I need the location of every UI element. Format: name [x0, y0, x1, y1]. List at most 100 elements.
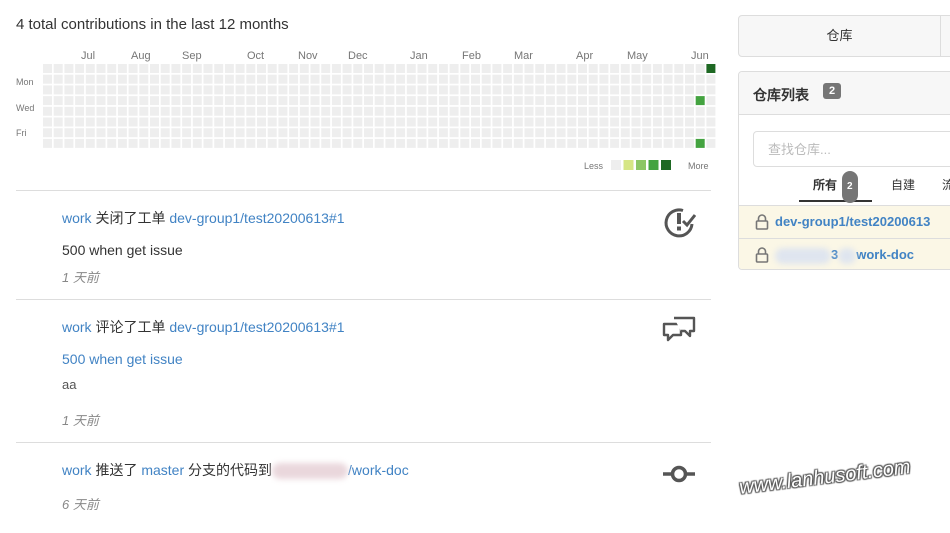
empty-day — [620, 117, 630, 127]
empty-day — [342, 138, 352, 148]
empty-day — [182, 96, 192, 106]
repo-link[interactable]: /work-doc — [348, 462, 409, 478]
empty-day — [642, 85, 652, 95]
empty-day — [107, 64, 117, 73]
actor-link[interactable]: work — [62, 319, 92, 335]
empty-day — [503, 138, 513, 148]
empty-day — [556, 96, 566, 106]
empty-day — [85, 96, 95, 106]
empty-day — [171, 117, 181, 127]
empty-day — [278, 117, 288, 127]
weekday-label: Wed — [16, 103, 34, 113]
repo-search-box[interactable] — [753, 131, 950, 167]
empty-day — [299, 106, 309, 116]
empty-day — [524, 138, 534, 148]
empty-day — [685, 106, 694, 116]
repo-item[interactable]: 3 work-doc — [739, 238, 950, 269]
empty-day — [321, 85, 331, 95]
empty-day — [417, 64, 427, 73]
empty-day — [417, 128, 427, 138]
empty-day — [599, 128, 609, 138]
empty-day — [160, 128, 170, 138]
empty-day — [706, 96, 716, 106]
issue-link[interactable]: dev-group1/test20200613#1 — [169, 210, 344, 226]
empty-day — [171, 96, 181, 106]
empty-day — [578, 64, 587, 73]
empty-day — [182, 64, 192, 73]
empty-day — [224, 106, 234, 116]
empty-day — [663, 106, 673, 116]
empty-day — [706, 106, 716, 116]
repo-item[interactable]: dev-group1/test20200613 — [739, 205, 950, 238]
empty-day — [182, 117, 192, 127]
repo-name-link[interactable]: 3 work-doc — [775, 247, 914, 264]
empty-day — [107, 74, 117, 84]
empty-day — [535, 128, 545, 138]
empty-day — [192, 128, 202, 138]
empty-day — [75, 106, 85, 116]
empty-day — [192, 85, 202, 95]
empty-day — [364, 117, 373, 127]
empty-day — [342, 74, 352, 84]
empty-day — [396, 138, 406, 148]
empty-day — [257, 106, 266, 116]
empty-day — [567, 117, 577, 127]
empty-day — [160, 85, 170, 95]
empty-day — [331, 128, 341, 138]
empty-day — [652, 117, 662, 127]
empty-day — [545, 74, 555, 84]
empty-day — [353, 74, 363, 84]
empty-day — [620, 85, 630, 95]
empty-day — [171, 128, 181, 138]
empty-day — [53, 64, 63, 73]
empty-day — [588, 64, 598, 73]
tab-repositories[interactable]: 仓库 — [739, 16, 941, 56]
repo-count-badge: 2 — [823, 83, 842, 99]
repo-filter-tabs: 所有 2 自建 流 — [739, 170, 950, 203]
empty-day — [235, 64, 245, 73]
empty-day — [267, 138, 277, 148]
repo-list-panel: 仓库列表 2 所有2 自建 流 dev-group1/test20200613 … — [738, 71, 950, 270]
empty-day — [53, 106, 63, 116]
repo-search-input[interactable] — [754, 132, 950, 166]
empty-day — [203, 138, 213, 148]
legend-swatch — [611, 160, 621, 170]
actor-link[interactable]: work — [62, 210, 92, 226]
filter-mirror[interactable]: 流 — [942, 170, 950, 200]
filter-all[interactable]: 所有 2 — [799, 170, 872, 203]
watermark: www.lanhusoft.com — [738, 456, 912, 499]
empty-day — [524, 96, 534, 106]
empty-day — [438, 106, 448, 116]
empty-day — [85, 64, 95, 73]
empty-day — [353, 138, 363, 148]
empty-day — [706, 117, 716, 127]
empty-day — [578, 138, 587, 148]
issue-link[interactable]: dev-group1/test20200613#1 — [169, 319, 344, 335]
empty-day — [224, 96, 234, 106]
empty-day — [43, 138, 52, 148]
issue-title-link[interactable]: 500 when get issue — [62, 351, 183, 367]
empty-day — [556, 74, 566, 84]
empty-day — [246, 96, 256, 106]
empty-day — [246, 128, 256, 138]
repo-name-link[interactable]: dev-group1/test20200613 — [775, 214, 930, 229]
empty-day — [139, 106, 149, 116]
empty-day — [374, 96, 384, 106]
empty-day — [353, 64, 363, 73]
empty-day — [53, 117, 63, 127]
branch-link[interactable]: master — [141, 462, 184, 478]
empty-day — [578, 85, 587, 95]
filter-own[interactable]: 自建 — [891, 170, 915, 200]
empty-day — [310, 106, 320, 116]
empty-day — [406, 74, 416, 84]
empty-day — [139, 74, 149, 84]
empty-day — [556, 85, 566, 95]
empty-day — [299, 64, 309, 73]
empty-day — [524, 128, 534, 138]
empty-day — [535, 64, 545, 73]
empty-day — [160, 117, 170, 127]
actor-link[interactable]: work — [62, 462, 92, 478]
empty-day — [599, 74, 609, 84]
filter-all-label: 所有 — [813, 178, 838, 192]
empty-day — [192, 74, 202, 84]
